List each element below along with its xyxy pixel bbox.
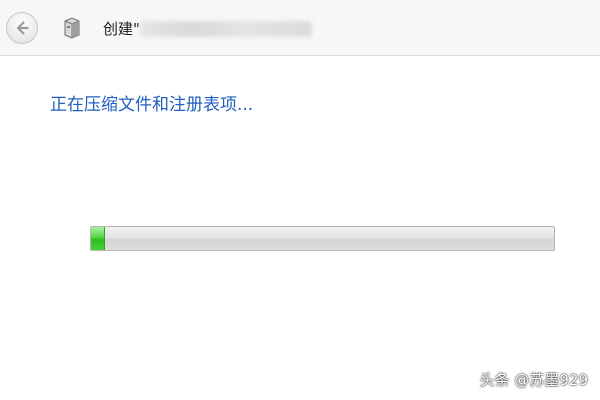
progress-fill <box>91 227 105 250</box>
watermark: 头条 @苏墨929 <box>479 371 588 389</box>
window-title: 创建" <box>103 20 140 38</box>
title-bar: 创建" <box>0 0 600 56</box>
status-message: 正在压缩文件和注册表项... <box>50 95 254 115</box>
progress-bar <box>90 226 555 251</box>
redacted-title-text <box>140 21 312 37</box>
back-button[interactable] <box>6 12 38 44</box>
package-icon <box>64 17 80 39</box>
back-arrow-icon <box>16 21 29 35</box>
